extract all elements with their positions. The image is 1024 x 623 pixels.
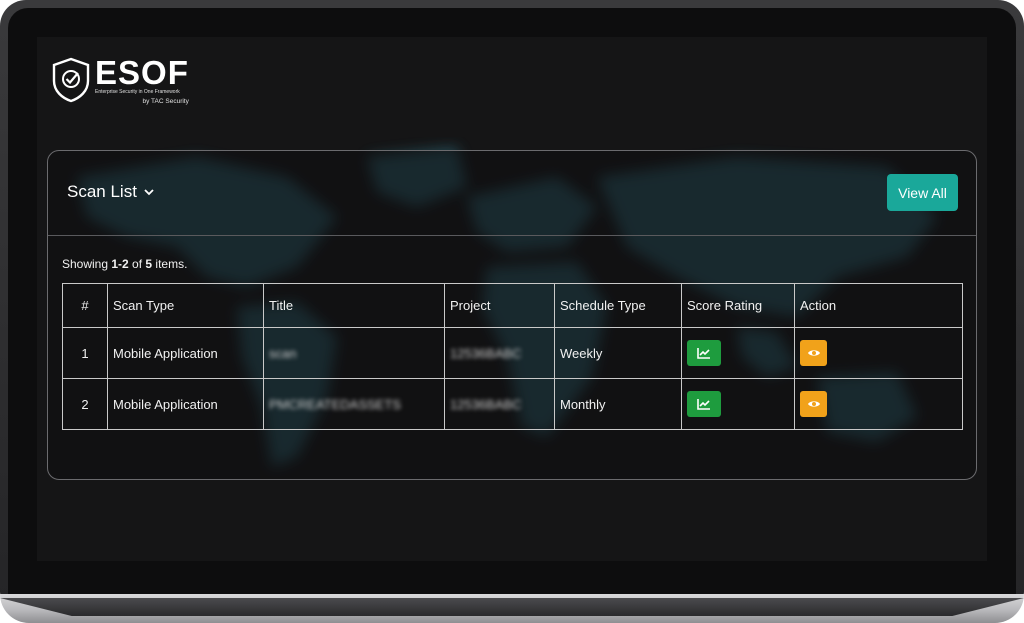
col-header-action: Action (794, 283, 963, 328)
brand-logo: ESOF Enterprise Security in One Framewor… (51, 54, 191, 107)
summary-range: 1-2 (111, 257, 129, 271)
row-schedule-type: Monthly (554, 378, 682, 430)
chevron-down-icon (144, 189, 154, 196)
col-header-schedule-type: Schedule Type (554, 283, 682, 328)
laptop-base (0, 594, 1024, 623)
row-schedule-type: Weekly (554, 327, 682, 379)
items-summary: Showing 1-2 of 5 items. (62, 257, 188, 271)
score-rating-button[interactable] (687, 340, 721, 366)
row-action (794, 327, 963, 379)
row-score-rating (681, 378, 795, 430)
eye-icon (807, 401, 820, 407)
line-chart-icon (697, 348, 710, 359)
col-header-project: Project (444, 283, 555, 328)
shield-check-icon (52, 57, 90, 103)
row-title: scan (263, 327, 445, 379)
view-action-button[interactable] (800, 391, 827, 417)
view-all-button[interactable]: View All (887, 174, 958, 211)
col-header-title: Title (263, 283, 445, 328)
brand-tagline: Enterprise Security in One Framework (95, 89, 180, 95)
row-action (794, 378, 963, 430)
panel-header: Scan List View All (48, 151, 976, 236)
view-action-button[interactable] (800, 340, 827, 366)
scan-table: # Scan Type Title Project Schedule Type … (62, 283, 963, 430)
row-project: 12536BABC (444, 327, 555, 379)
scan-list-dropdown[interactable]: Scan List (67, 182, 154, 202)
brand-by-line: by TAC Security (142, 98, 189, 105)
row-number: 1 (62, 327, 108, 379)
app-screen: ESOF Enterprise Security in One Framewor… (37, 37, 987, 561)
score-rating-button[interactable] (687, 391, 721, 417)
eye-icon (807, 350, 820, 356)
row-scan-type: Mobile Application (107, 327, 264, 379)
table-row: 1 Mobile Application scan 12536BABC Week… (62, 327, 963, 379)
panel-title: Scan List (67, 182, 137, 201)
table-header-row: # Scan Type Title Project Schedule Type … (62, 283, 963, 328)
table-row: 2 Mobile Application PMCREATEDASSETS 125… (62, 378, 963, 430)
brand-name: ESOF (95, 54, 189, 91)
row-project: 12536BABC (444, 378, 555, 430)
row-score-rating (681, 327, 795, 379)
row-number: 2 (62, 378, 108, 430)
row-title: PMCREATEDASSETS (263, 378, 445, 430)
col-header-score-rating: Score Rating (681, 283, 795, 328)
col-header-number: # (62, 283, 108, 328)
row-scan-type: Mobile Application (107, 378, 264, 430)
line-chart-icon (697, 399, 710, 410)
scan-list-panel: Scan List View All Showing 1-2 of 5 item… (47, 150, 977, 480)
col-header-scan-type: Scan Type (107, 283, 264, 328)
